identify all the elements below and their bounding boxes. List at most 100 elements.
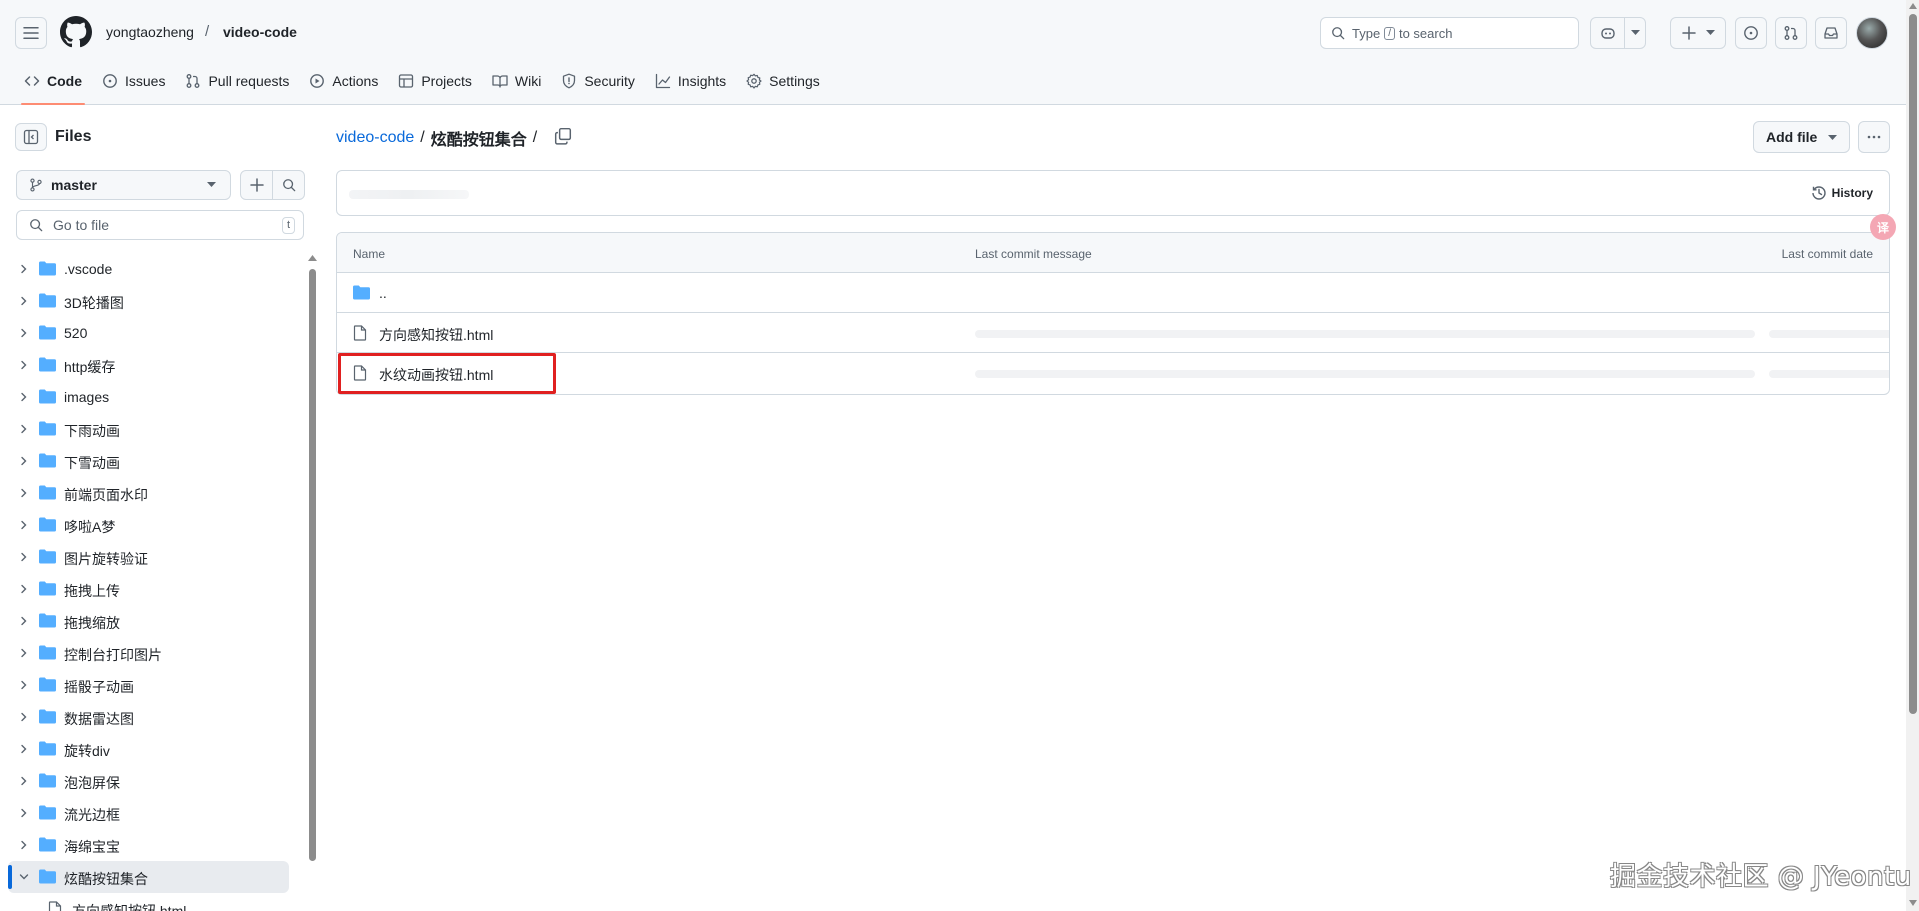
file-name-link[interactable]: 方向感知按钮.html [379, 325, 493, 345]
page-scroll-thumb[interactable] [1909, 14, 1917, 714]
tree-item-folder[interactable]: 下雨动画 [0, 413, 305, 445]
book-icon [492, 75, 508, 88]
collapse-sidebar-button[interactable] [15, 123, 47, 151]
tab-label: Wiki [514, 73, 542, 89]
copy-path-icon[interactable] [554, 127, 572, 145]
tree-item-selected-folder[interactable]: 炫酷按钮集合 [8, 861, 289, 893]
repo-owner-link[interactable]: yongtaozheng [106, 24, 194, 40]
menu-button[interactable] [15, 17, 47, 49]
page-scrollbar[interactable] [1906, 0, 1919, 911]
search-files-button[interactable] [272, 170, 305, 200]
tree-item-folder[interactable]: 流光边框 [0, 797, 305, 829]
folder-icon [39, 773, 56, 788]
table-row-parent-dir[interactable]: .. [337, 273, 1889, 313]
user-avatar[interactable] [1856, 17, 1888, 49]
tree-item-folder[interactable]: 前端页面水印 [0, 477, 305, 509]
tree-item-folder[interactable]: 拖拽上传 [0, 573, 305, 605]
tab-label: Projects [421, 73, 472, 89]
table-row[interactable]: 方向感知按钮.html [337, 313, 1889, 353]
commit-loading-placeholder [349, 190, 469, 199]
tree-item-folder[interactable]: 控制台打印图片 [0, 637, 305, 669]
breadcrumb-separator: / [205, 23, 210, 40]
tab-projects[interactable]: Projects [389, 64, 481, 98]
table-row[interactable]: 水纹动画按钮.html [337, 353, 1889, 393]
history-icon [1811, 186, 1826, 200]
search-prefix: Type [1352, 25, 1381, 41]
tree-item-folder[interactable]: http缓存 [0, 349, 305, 381]
folder-icon [39, 549, 56, 564]
tab-settings[interactable]: Settings [737, 64, 829, 98]
pull-requests-button[interactable] [1775, 17, 1807, 49]
tree-item-folder[interactable]: images [0, 381, 305, 413]
chevron-down-icon [1705, 30, 1715, 35]
tree-item-label: 前端页面水印 [64, 487, 148, 503]
add-file-button[interactable] [240, 170, 273, 200]
tab-security[interactable]: Security [552, 64, 644, 98]
search-input[interactable]: Type / to search [1320, 17, 1579, 49]
chevron-right-icon [21, 808, 27, 818]
tab-issues[interactable]: Issues [93, 64, 174, 98]
sidebar-scrollbar[interactable] [307, 255, 317, 911]
tree-item-label: 图片旋转验证 [64, 551, 148, 567]
tab-label: Issues [125, 73, 166, 89]
tree-item-folder[interactable]: 泡泡屏保 [0, 765, 305, 797]
tab-insights[interactable]: Insights [646, 64, 735, 98]
history-link[interactable]: History [1811, 185, 1873, 201]
breadcrumb-separator: / [420, 129, 425, 146]
tree-item-folder[interactable]: 520 [0, 317, 305, 349]
tree-item-label: 3D轮播图 [64, 295, 124, 311]
tab-wiki[interactable]: Wiki [483, 64, 550, 98]
tree-item-folder[interactable]: 3D轮播图 [0, 285, 305, 317]
issues-button[interactable] [1735, 17, 1767, 49]
folder-icon [39, 517, 56, 532]
tree-item-folder[interactable]: 下雪动画 [0, 445, 305, 477]
tree-item-label: http缓存 [64, 359, 116, 375]
chevron-right-icon [21, 328, 27, 338]
scroll-up-arrow-icon[interactable] [308, 255, 317, 261]
tab-pull-requests[interactable]: Pull requests [176, 64, 298, 98]
graph-icon [655, 73, 671, 89]
tree-item-folder[interactable]: .vscode [0, 253, 305, 285]
chevron-right-icon [21, 840, 27, 850]
copilot-icon [1600, 28, 1615, 39]
inbox-button[interactable] [1815, 17, 1847, 49]
tree-item-folder[interactable]: 旋转div [0, 733, 305, 765]
tree-item-folder[interactable]: 摇骰子动画 [0, 669, 305, 701]
add-file-dropdown[interactable]: Add file [1753, 121, 1850, 153]
chevron-right-icon [21, 680, 27, 690]
tree-item-folder[interactable]: 哆啦A梦 [0, 509, 305, 541]
tree-item-label: 控制台打印图片 [64, 647, 162, 663]
breadcrumb-repo-link[interactable]: video-code [336, 129, 414, 147]
folder-icon [39, 293, 56, 308]
tree-item-folder[interactable]: 数据雷达图 [0, 701, 305, 733]
tab-code[interactable]: Code [15, 64, 91, 105]
tree-item-file[interactable]: 方向感知按钮.html [0, 893, 305, 911]
folder-icon [39, 261, 56, 276]
go-to-file-input[interactable]: Go to file t [16, 210, 304, 240]
copilot-button[interactable] [1590, 17, 1646, 49]
branch-selector[interactable]: master [16, 170, 231, 200]
tree-item-label: 旋转div [64, 743, 110, 759]
file-icon [353, 325, 367, 341]
tree-item-folder[interactable]: 图片旋转验证 [0, 541, 305, 573]
scroll-up-arrow-icon[interactable] [1909, 3, 1917, 9]
tree-item-label: 下雪动画 [64, 455, 120, 471]
tree-item-folder[interactable]: 拖拽缩放 [0, 605, 305, 637]
parent-dir-link[interactable]: .. [379, 285, 387, 301]
create-new-button[interactable] [1670, 17, 1726, 49]
chevron-right-icon [21, 712, 27, 722]
scroll-down-arrow-icon[interactable] [1909, 900, 1917, 906]
repo-name-link[interactable]: video-code [223, 24, 297, 40]
tab-label: Settings [769, 73, 820, 89]
sidebar-scroll-thumb[interactable] [309, 269, 316, 861]
folder-icon [39, 805, 56, 820]
folder-icon [39, 741, 56, 756]
chevron-right-icon [21, 296, 27, 306]
tree-item-folder[interactable]: 海绵宝宝 [0, 829, 305, 861]
github-logo-icon[interactable] [60, 16, 92, 48]
tab-actions[interactable]: Actions [300, 64, 387, 98]
translate-badge[interactable]: 译 [1870, 214, 1896, 240]
tree-item-label: 炫酷按钮集合 [64, 871, 148, 887]
column-header-name: Name [353, 247, 386, 261]
more-options-button[interactable] [1858, 121, 1890, 153]
